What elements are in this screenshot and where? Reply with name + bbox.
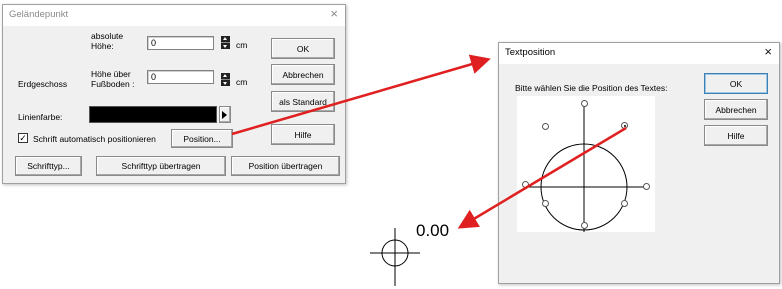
arrow-position-to-dialog <box>231 54 491 136</box>
arrow-selection-to-label <box>457 126 627 229</box>
annotation-arrows <box>231 54 627 229</box>
